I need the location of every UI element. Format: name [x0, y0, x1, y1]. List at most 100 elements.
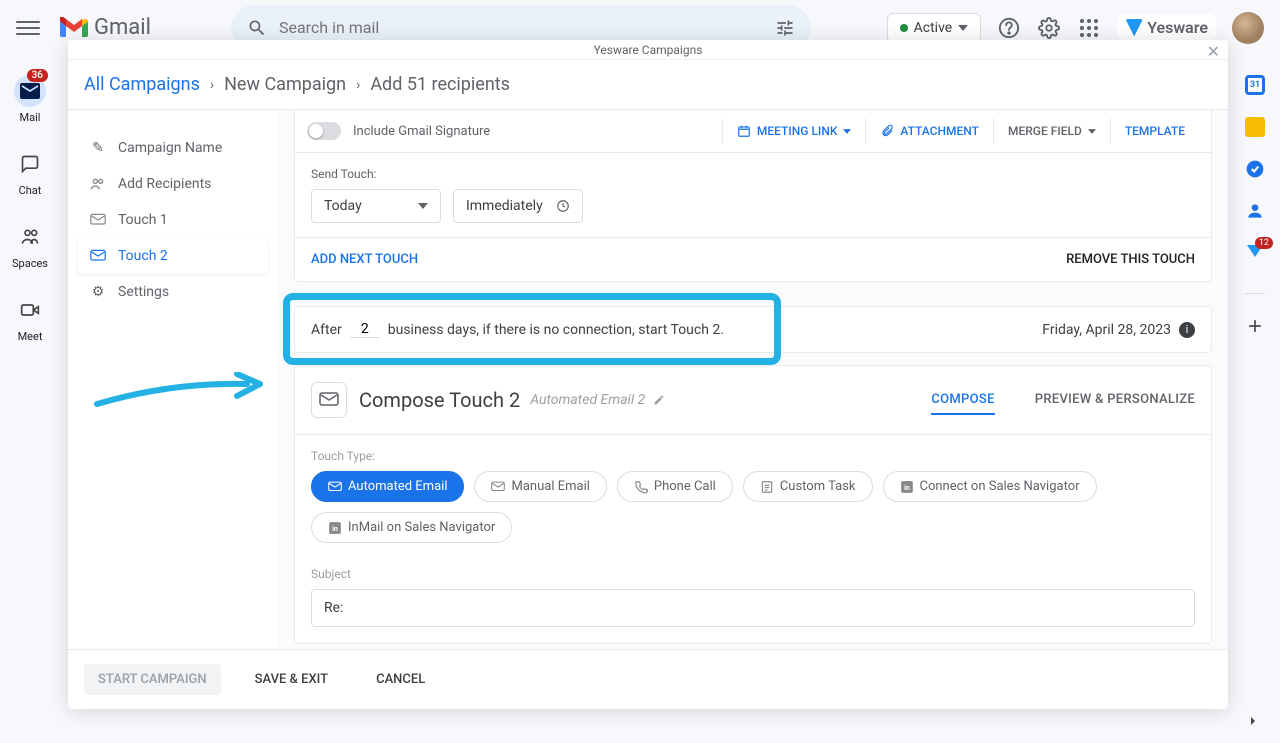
modal-title: Yesware Campaigns	[594, 43, 703, 57]
compose-icon-box	[311, 382, 347, 418]
template-button[interactable]: TEMPLATE	[1110, 118, 1199, 144]
meeting-link-button[interactable]: MEETING LINK	[722, 118, 866, 144]
sidebar-campaign-name[interactable]: ✎ Campaign Name	[78, 130, 268, 166]
modal-footer: START CAMPAIGN SAVE & EXIT CANCEL	[68, 649, 1228, 709]
checklist-icon	[760, 480, 774, 494]
settings-icon[interactable]	[1037, 16, 1061, 40]
chevron-down-icon	[958, 25, 968, 31]
yesware-brand[interactable]: Yesware	[1117, 14, 1216, 41]
meet-icon	[20, 302, 40, 318]
nav-spaces-label: Spaces	[12, 257, 48, 270]
linkedin-icon: in	[900, 480, 914, 494]
chevron-down-icon	[843, 129, 851, 134]
campaign-sidebar: ✎ Campaign Name Add Recipients Touch 1 T…	[68, 110, 278, 649]
sidebar-touch-1[interactable]: Touch 1	[78, 202, 268, 238]
save-exit-button[interactable]: SAVE & EXIT	[241, 664, 342, 695]
cancel-button[interactable]: CANCEL	[362, 664, 439, 695]
gmail-logo[interactable]: Gmail	[60, 15, 151, 40]
modal-title-bar: Yesware Campaigns ✕	[68, 40, 1228, 60]
signature-label: Include Gmail Signature	[353, 124, 490, 139]
touch-type-label: Touch Type:	[311, 449, 1195, 463]
tasks-icon[interactable]	[1245, 159, 1265, 179]
sidebar-label: Touch 1	[118, 212, 168, 228]
tune-icon[interactable]	[775, 18, 795, 38]
chevron-right-icon: ›	[356, 77, 360, 93]
avatar[interactable]	[1232, 12, 1264, 44]
remove-touch-button[interactable]: REMOVE THIS TOUCH	[1066, 252, 1195, 267]
attachment-button[interactable]: ATTACHMENT	[865, 118, 993, 144]
nav-meet[interactable]: Meet	[14, 294, 46, 343]
merge-field-button[interactable]: MERGE FIELD	[993, 118, 1110, 144]
nav-chat[interactable]: Chat	[14, 148, 46, 197]
sidebar-settings[interactable]: ⚙ Settings	[78, 274, 268, 310]
chip-automated-email[interactable]: Automated Email	[311, 471, 464, 502]
help-icon[interactable]	[997, 16, 1021, 40]
signature-toggle[interactable]	[307, 122, 341, 140]
calendar-icon[interactable]: 31	[1245, 75, 1265, 95]
nav-mail[interactable]: 36 Mail	[14, 75, 46, 124]
add-next-touch-button[interactable]: ADD NEXT TOUCH	[311, 252, 418, 267]
mail-badge: 36	[27, 69, 48, 82]
tab-compose[interactable]: COMPOSE	[931, 386, 994, 415]
linkedin-icon: in	[328, 521, 342, 535]
menu-icon[interactable]	[16, 16, 40, 40]
modal-body: ✎ Campaign Name Add Recipients Touch 1 T…	[68, 110, 1228, 649]
delay-before: After	[311, 322, 342, 338]
sidebar-label: Settings	[118, 284, 169, 300]
breadcrumb: All Campaigns › New Campaign › Add 51 re…	[68, 60, 1228, 110]
sidebar-add-recipients[interactable]: Add Recipients	[78, 166, 268, 202]
paperclip-icon	[880, 124, 894, 138]
send-day-dropdown[interactable]: Today	[311, 189, 441, 223]
chip-connect-navigator[interactable]: in Connect on Sales Navigator	[883, 471, 1097, 502]
breadcrumb-all[interactable]: All Campaigns	[84, 74, 200, 95]
close-icon[interactable]: ✕	[1207, 42, 1220, 61]
gmail-m-icon	[60, 17, 88, 39]
mail-icon	[20, 83, 40, 99]
mail-icon	[491, 481, 505, 493]
delay-row: After business days, if there is no conn…	[295, 307, 1211, 352]
status-pill[interactable]: Active	[887, 13, 982, 43]
nav-chat-label: Chat	[19, 184, 42, 197]
breadcrumb-add: Add 51 recipients	[370, 74, 510, 95]
subject-input[interactable]	[311, 589, 1195, 627]
add-icon[interactable]	[1245, 316, 1265, 336]
compose-header: Compose Touch 2 Automated Email 2 COMPOS…	[295, 366, 1211, 435]
info-icon[interactable]: i	[1179, 322, 1195, 338]
nav-meet-label: Meet	[18, 330, 43, 343]
yesware-badge: 12	[1255, 237, 1273, 249]
send-label: Send Touch:	[311, 167, 1195, 181]
chip-manual-email[interactable]: Manual Email	[474, 471, 606, 502]
search-input[interactable]	[279, 18, 763, 37]
sidebar-label: Add Recipients	[118, 176, 211, 192]
chevron-right-icon[interactable]	[1245, 713, 1265, 733]
chip-phone-call[interactable]: Phone Call	[617, 471, 733, 502]
delay-days-input[interactable]	[350, 321, 380, 338]
chevron-right-icon: ›	[210, 77, 214, 93]
touch-actions: ADD NEXT TOUCH REMOVE THIS TOUCH	[295, 237, 1211, 281]
type-chips: Automated Email Manual Email Phone Call	[311, 471, 1195, 543]
tab-preview[interactable]: PREVIEW & PERSONALIZE	[1035, 386, 1195, 415]
mail-icon	[328, 481, 342, 493]
mail-send-icon	[90, 212, 106, 228]
gear-icon: ⚙	[90, 284, 106, 300]
contacts-icon[interactable]	[1245, 201, 1265, 221]
sidebar-label: Touch 2	[118, 248, 168, 264]
send-time-dropdown[interactable]: Immediately	[453, 189, 583, 223]
chip-inmail-navigator[interactable]: in InMail on Sales Navigator	[311, 512, 512, 543]
spaces-icon	[20, 227, 40, 247]
yesware-rail-icon[interactable]: 12	[1245, 243, 1265, 263]
nav-spaces[interactable]: Spaces	[12, 221, 48, 270]
header-right: Active Yesware	[887, 12, 1264, 44]
right-rail: 31 12	[1230, 55, 1280, 743]
chip-custom-task[interactable]: Custom Task	[743, 471, 873, 502]
chevron-down-icon	[418, 203, 428, 209]
start-campaign-button[interactable]: START CAMPAIGN	[84, 664, 221, 695]
keep-icon[interactable]	[1245, 117, 1265, 137]
delay-after: business days, if there is no connection…	[388, 322, 724, 338]
apps-icon[interactable]	[1077, 16, 1101, 40]
sidebar-touch-2[interactable]: Touch 2	[78, 238, 268, 274]
delay-date: Friday, April 28, 2023 i	[1042, 322, 1195, 338]
mail-send-icon	[319, 392, 339, 408]
pencil-icon[interactable]	[653, 394, 665, 406]
pencil-icon: ✎	[90, 140, 106, 156]
